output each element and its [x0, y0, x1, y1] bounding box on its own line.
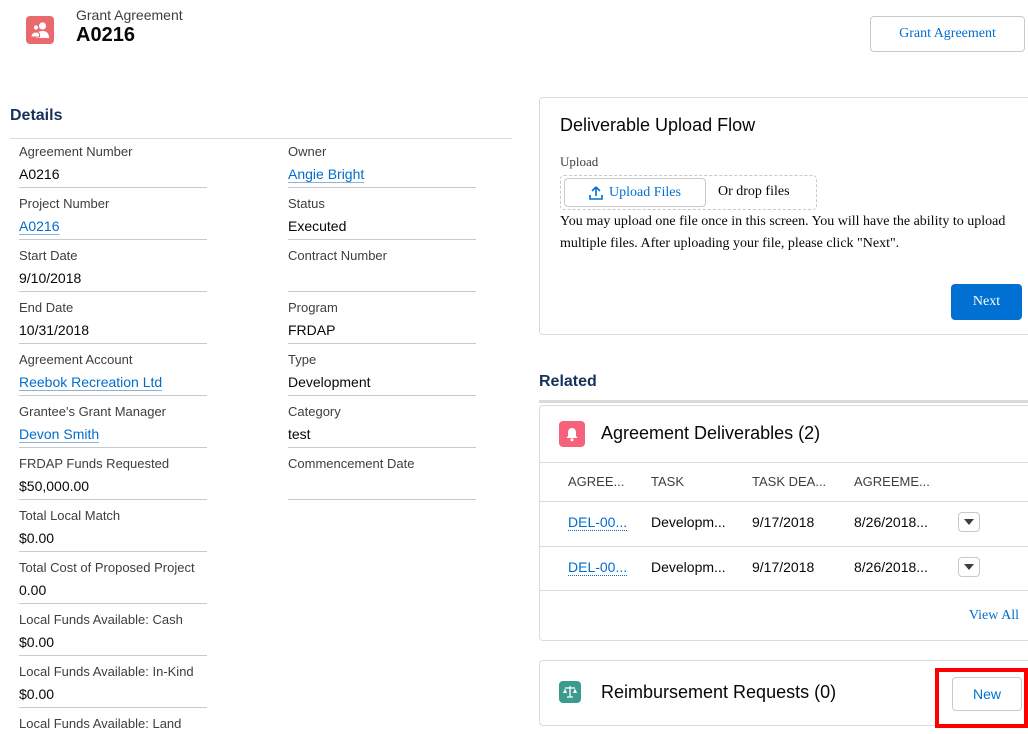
- row-actions-dropdown[interactable]: [958, 557, 980, 577]
- field-agreement-number: Agreement Number A0216: [19, 140, 207, 192]
- upload-files-label: Upload Files: [609, 184, 681, 200]
- details-section-title: Details: [10, 107, 63, 124]
- table-footer: [540, 590, 1028, 642]
- agreement-date-cell: 8/26/2018...: [854, 559, 928, 575]
- field-start-date: Start Date 9/10/2018: [19, 244, 207, 296]
- field-end-date: End Date 10/31/2018: [19, 296, 207, 348]
- column-header-agreement-date[interactable]: AGREEME...: [854, 474, 930, 489]
- column-header-task-deadline[interactable]: TASK DEA...: [752, 474, 826, 489]
- file-drop-zone[interactable]: Upload Files Or drop files: [560, 175, 817, 210]
- task-cell: Developm...: [651, 514, 726, 530]
- record-name: A0216: [76, 24, 135, 46]
- column-header-task[interactable]: TASK: [651, 474, 684, 489]
- upload-files-button[interactable]: Upload Files: [564, 178, 706, 207]
- deliverable-link[interactable]: DEL-00...: [568, 559, 628, 576]
- field-agreement-account: Agreement Account Reebok Recreation Ltd: [19, 348, 207, 400]
- field-local-funds-land: Local Funds Available: Land: [19, 716, 182, 731]
- row-actions-dropdown[interactable]: [958, 512, 980, 532]
- task-cell: Developm...: [651, 559, 726, 575]
- column-header-agreement[interactable]: AGREE...: [568, 474, 624, 489]
- field-total-local-match: Total Local Match $0.00: [19, 504, 207, 556]
- field-owner: Owner Angie Bright: [288, 140, 476, 192]
- field-type: Type Development: [288, 348, 476, 400]
- chevron-down-icon: [964, 519, 974, 525]
- field-frdap-funds: FRDAP Funds Requested $50,000.00: [19, 452, 207, 504]
- field-status: Status Executed: [288, 192, 476, 244]
- field-program: Program FRDAP: [288, 296, 476, 348]
- table-row: DEL-00... Developm... 9/17/2018 8/26/201…: [540, 546, 1028, 586]
- related-section-title: Related: [539, 373, 597, 390]
- details-divider: [10, 138, 512, 139]
- project-number-link[interactable]: A0216: [19, 218, 59, 234]
- field-contract-number: Contract Number: [288, 244, 476, 296]
- agreement-deliverables-title[interactable]: Agreement Deliverables (2): [601, 423, 820, 444]
- view-all-link[interactable]: View All: [969, 608, 1019, 624]
- flow-description: You may upload one file once in this scr…: [560, 214, 1006, 251]
- field-commencement-date: Commencement Date: [288, 452, 476, 504]
- agreement-deliverables-card: Agreement Deliverables (2) AGREE... TASK…: [539, 405, 1028, 641]
- agreement-date-cell: 8/26/2018...: [854, 514, 928, 530]
- upload-label: Upload: [560, 154, 599, 169]
- field-local-funds-inkind: Local Funds Available: In-Kind $0.00: [19, 660, 207, 712]
- upload-icon: [589, 185, 603, 200]
- agreement-account-link[interactable]: Reebok Recreation Ltd: [19, 374, 162, 390]
- grant-agreement-button[interactable]: Grant Agreement: [870, 16, 1025, 52]
- task-deadline-cell: 9/17/2018: [752, 559, 815, 575]
- owner-link[interactable]: Angie Bright: [288, 166, 364, 182]
- flow-title: Deliverable Upload Flow: [560, 115, 756, 135]
- field-grant-manager: Grantee's Grant Manager Devon Smith: [19, 400, 207, 452]
- field-category: Category test: [288, 400, 476, 452]
- field-project-number: Project Number A0216: [19, 192, 207, 244]
- chevron-down-icon: [964, 564, 974, 570]
- deliverable-link[interactable]: DEL-00...: [568, 514, 628, 531]
- grant-agreement-icon: [26, 16, 54, 44]
- next-button[interactable]: Next: [951, 284, 1022, 320]
- table-row: DEL-00... Developm... 9/17/2018 8/26/201…: [540, 501, 1028, 541]
- record-type-label: Grant Agreement: [76, 7, 183, 23]
- field-local-funds-cash: Local Funds Available: Cash $0.00: [19, 608, 207, 660]
- deliverable-upload-flow-card: Deliverable Upload Flow Upload Upload Fi…: [539, 97, 1028, 335]
- bell-icon: [559, 421, 585, 447]
- scales-icon: [559, 681, 581, 703]
- task-deadline-cell: 9/17/2018: [752, 514, 815, 530]
- highlight-box: [935, 668, 1028, 728]
- grant-manager-link[interactable]: Devon Smith: [19, 426, 99, 442]
- reimbursement-requests-title[interactable]: Reimbursement Requests (0): [601, 682, 836, 703]
- drop-files-text: Or drop files: [718, 184, 790, 199]
- field-total-cost: Total Cost of Proposed Project 0.00: [19, 556, 207, 608]
- related-divider: [539, 400, 1028, 403]
